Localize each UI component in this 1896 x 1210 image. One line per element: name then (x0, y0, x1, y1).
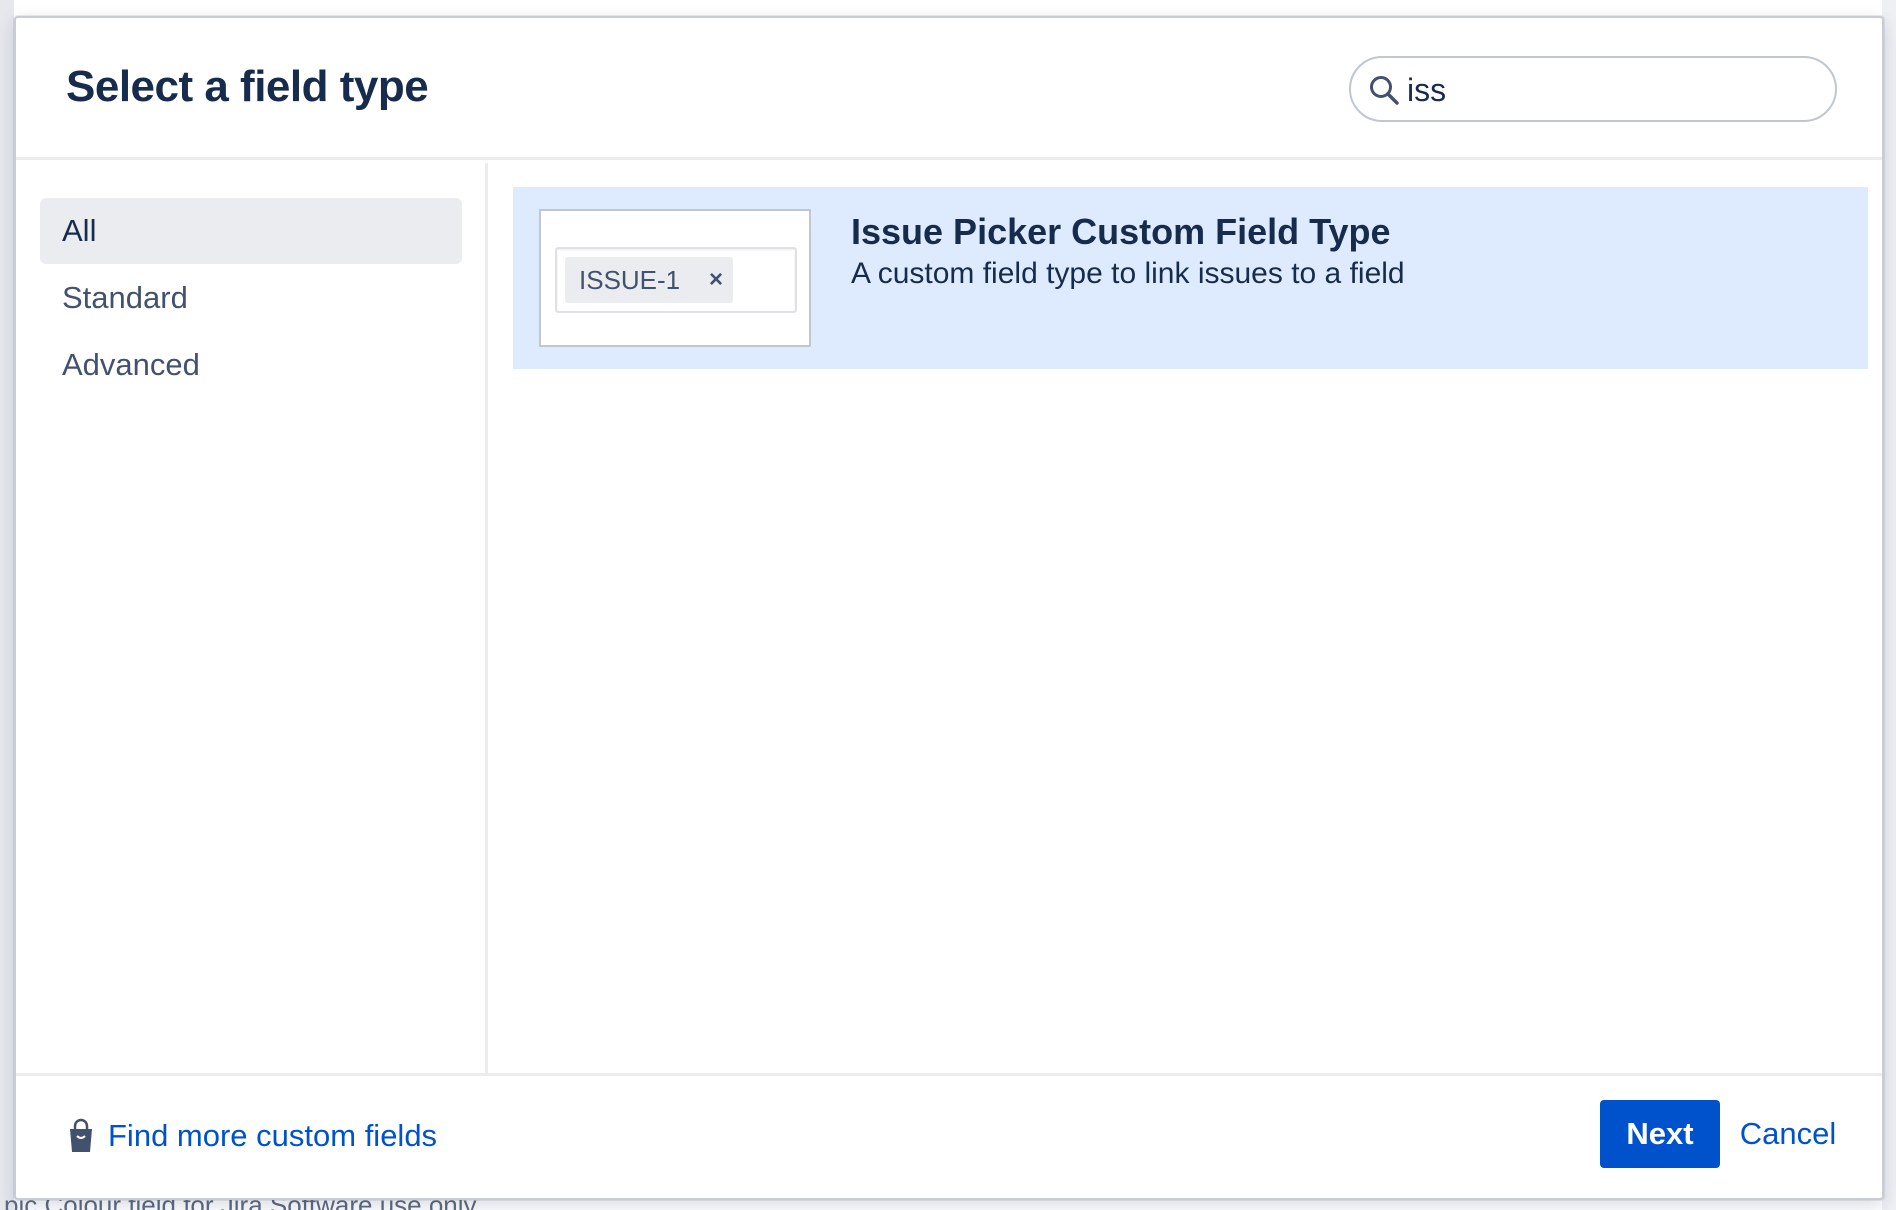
sidebar-item-all[interactable]: All (40, 198, 462, 264)
field-preview-image: ISSUE-1 × (539, 209, 811, 347)
category-sidebar: All Standard Advanced (16, 163, 488, 1073)
find-more-custom-fields-link[interactable]: Find more custom fields (66, 1114, 437, 1158)
backdrop-right-edge (1882, 0, 1896, 1210)
field-type-item-issue-picker[interactable]: ISSUE-1 × Issue Picker Custom Field Type… (513, 187, 1868, 369)
field-type-list: ISSUE-1 × Issue Picker Custom Field Type… (491, 163, 1882, 1073)
field-type-name: Issue Picker Custom Field Type (851, 211, 1391, 252)
dialog-title: Select a field type (66, 62, 429, 111)
search-box[interactable] (1349, 56, 1837, 122)
field-type-description: A custom field type to link issues to a … (851, 257, 1405, 290)
search-input[interactable] (1407, 68, 1807, 112)
dialog-footer: Find more custom fields Next Cancel (16, 1073, 1882, 1198)
search-icon (1370, 76, 1399, 105)
sidebar-item-label: Standard (62, 280, 188, 315)
close-icon: × (708, 266, 723, 293)
cancel-button[interactable]: Cancel (1728, 1100, 1848, 1168)
shopping-bag-icon (70, 1118, 92, 1152)
sidebar-item-advanced[interactable]: Advanced (40, 332, 462, 398)
sidebar-item-label: Advanced (62, 347, 200, 382)
sidebar-item-label: All (62, 213, 97, 248)
dialog-header: Select a field type (16, 18, 1882, 160)
preview-input-box: ISSUE-1 × (555, 247, 797, 313)
preview-tag-label: ISSUE-1 (579, 265, 681, 295)
sidebar-item-standard[interactable]: Standard (40, 265, 462, 331)
next-button[interactable]: Next (1600, 1100, 1720, 1168)
preview-issue-tag: ISSUE-1 × (565, 257, 733, 303)
select-field-type-dialog: Select a field type All Standard Advance… (14, 16, 1884, 1200)
backdrop-left-edge (0, 0, 14, 1210)
find-more-label: Find more custom fields (108, 1118, 438, 1153)
